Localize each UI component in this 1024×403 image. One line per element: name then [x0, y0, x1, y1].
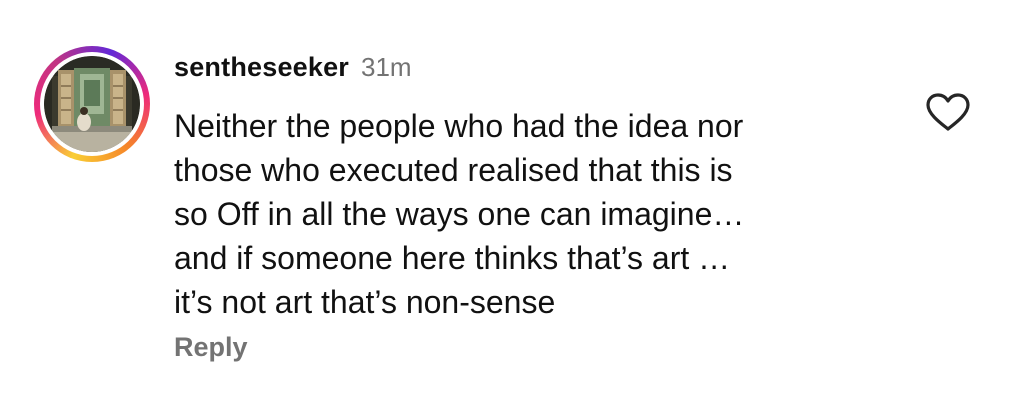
comment-item: sentheseeker 31m Neither the people who … — [0, 0, 1024, 403]
comment-text-line: and if someone here thinks that’s art … — [174, 240, 731, 276]
heart-outline-icon[interactable] — [925, 92, 971, 132]
comment-text-line: it’s not art that’s non-sense — [174, 284, 556, 320]
reply-button[interactable]: Reply — [174, 332, 248, 363]
comment-header: sentheseeker 31m — [174, 52, 412, 88]
timestamp: 31m — [361, 52, 412, 82]
comment-text-line: Neither the people who had the idea nor — [174, 108, 744, 144]
comment-text-line: those who executed realised that this is — [174, 152, 733, 188]
comment-text: Neither the people who had the idea nor … — [174, 104, 894, 324]
comment-text-line: so Off in all the ways one can imagine… — [174, 196, 745, 232]
avatar[interactable] — [44, 56, 140, 152]
story-ring[interactable] — [34, 46, 150, 162]
username[interactable]: sentheseeker — [174, 52, 349, 83]
avatar-ring-gap — [40, 52, 144, 156]
